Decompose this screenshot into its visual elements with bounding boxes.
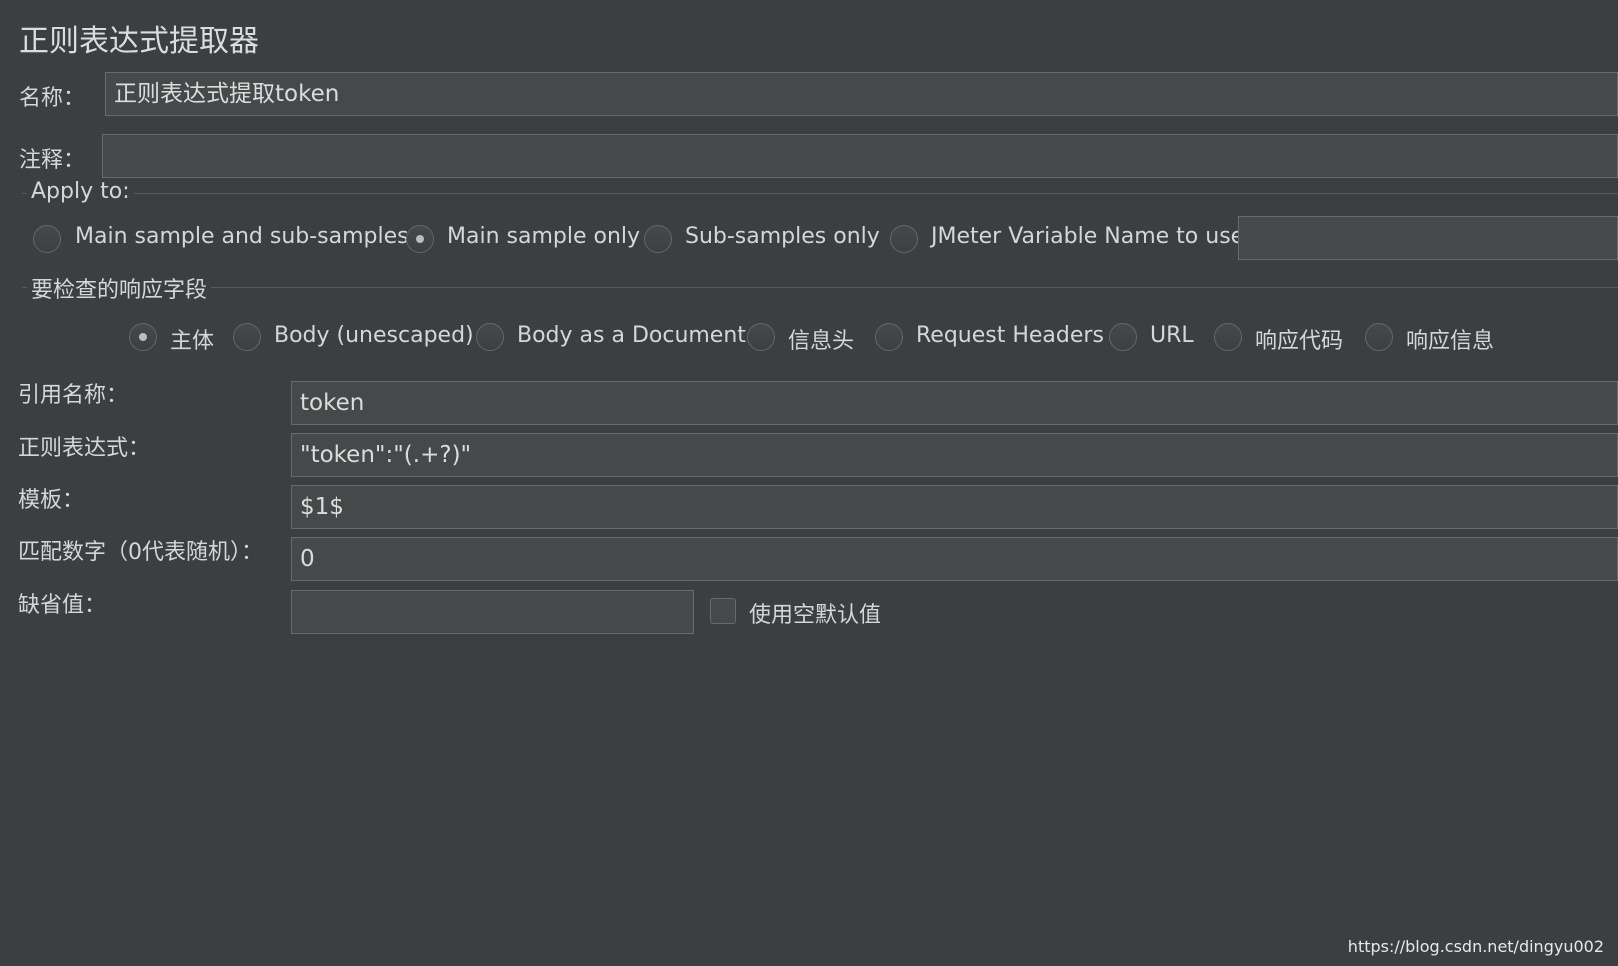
default-value-label: 缺省值：	[18, 593, 107, 618]
radio-body-unescaped-label: Body (unescaped)	[274, 323, 474, 348]
radio-main-only[interactable]	[406, 225, 434, 253]
radio-response-message-label: 响应信息	[1406, 329, 1495, 354]
radio-request-headers[interactable]	[875, 323, 903, 351]
radio-sub-only[interactable]	[644, 225, 672, 253]
radio-jmeter-variable[interactable]	[890, 225, 918, 253]
radio-body[interactable]	[129, 323, 157, 351]
radio-body-as-document[interactable]	[476, 323, 504, 351]
radio-response-code-label: 响应代码	[1255, 329, 1344, 354]
name-label: 名称：	[19, 86, 86, 111]
match-no-field[interactable]: 0	[291, 537, 1618, 581]
radio-response-message[interactable]	[1365, 323, 1393, 351]
match-no-label: 匹配数字（0代表随机）：	[18, 540, 263, 565]
regex-label: 正则表达式：	[18, 436, 151, 461]
radio-main-and-sub[interactable]	[33, 225, 61, 253]
radio-url[interactable]	[1109, 323, 1137, 351]
template-field[interactable]: $1$	[291, 485, 1618, 529]
jmeter-variable-field[interactable]	[1238, 216, 1618, 260]
radio-body-as-document-label: Body as a Document	[517, 323, 746, 348]
watermark: https://blog.csdn.net/dingyu002	[1347, 937, 1604, 956]
radio-sub-only-label: Sub-samples only	[685, 224, 880, 249]
use-empty-default-label: 使用空默认值	[749, 603, 882, 628]
field-to-check-title: 要检查的响应字段	[27, 272, 212, 304]
default-value-field[interactable]	[291, 590, 694, 634]
comment-label: 注释：	[19, 148, 86, 173]
radio-url-label: URL	[1150, 323, 1194, 348]
comment-field[interactable]	[102, 134, 1618, 178]
radio-response-code[interactable]	[1214, 323, 1242, 351]
ref-name-label: 引用名称：	[18, 383, 129, 408]
radio-main-and-sub-label: Main sample and sub-samples	[75, 224, 409, 249]
radio-headers[interactable]	[747, 323, 775, 351]
ref-name-field[interactable]: token	[291, 381, 1618, 425]
use-empty-default-checkbox[interactable]	[710, 598, 736, 624]
apply-to-divider	[22, 193, 1618, 194]
radio-body-label: 主体	[170, 329, 215, 354]
panel-title: 正则表达式提取器	[19, 24, 259, 59]
field-to-check-divider	[22, 287, 1618, 288]
apply-to-title: Apply to:	[27, 179, 134, 204]
radio-jmeter-variable-label: JMeter Variable Name to use	[931, 224, 1245, 249]
regex-field[interactable]: "token":"(.+?)"	[291, 433, 1618, 477]
template-label: 模板：	[18, 488, 85, 513]
radio-body-unescaped[interactable]	[233, 323, 261, 351]
radio-request-headers-label: Request Headers	[916, 323, 1104, 348]
radio-headers-label: 信息头	[788, 329, 855, 354]
radio-main-only-label: Main sample only	[447, 224, 641, 249]
name-field[interactable]: 正则表达式提取token	[105, 72, 1618, 116]
